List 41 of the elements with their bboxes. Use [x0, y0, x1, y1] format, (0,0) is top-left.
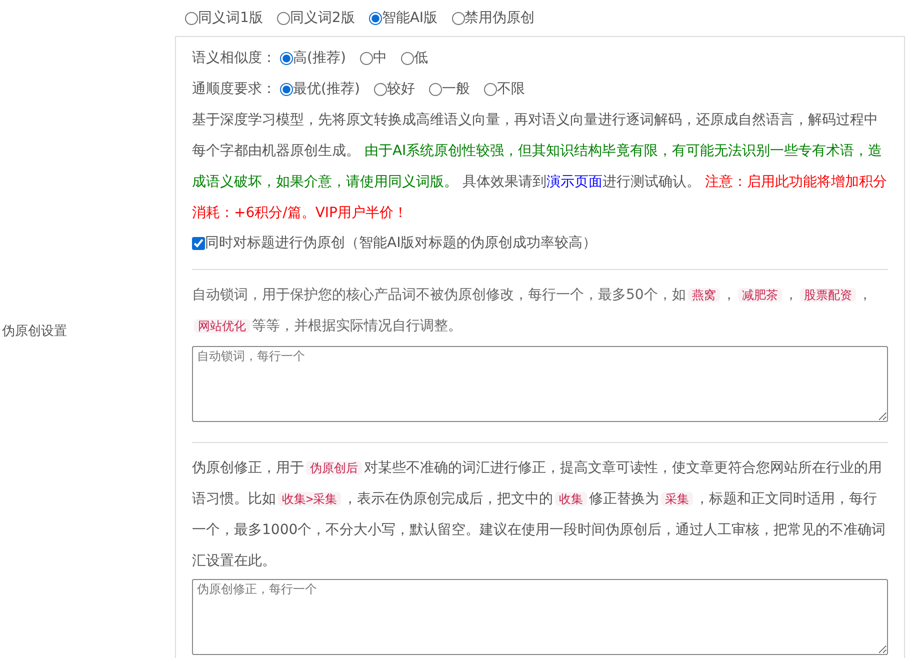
option-label: 高(推荐) [293, 48, 346, 68]
setting-label: 语义相似度： [192, 48, 276, 68]
mode-option-label: 同义词1版 [198, 8, 263, 28]
radio-button[interactable] [428, 82, 442, 96]
keyword-tag: 减肥茶 [738, 288, 782, 302]
keyword-tag: 伪原创后 [306, 461, 362, 475]
radio-button[interactable] [280, 82, 293, 96]
keyword-tag: 股票配资 [800, 288, 856, 302]
option-label: 一般 [442, 80, 470, 98]
radio-button[interactable] [400, 52, 414, 64]
radio-button[interactable] [374, 82, 387, 96]
radio-button[interactable] [360, 52, 373, 64]
option-label: 中 [372, 48, 387, 68]
option-label: 最优(推荐) [293, 80, 360, 98]
section-label: 伪原创设置 [1, 323, 67, 341]
lock-words-description: 自动锁词，用于保护您的核心产品词不被伪原创修改，每行一个，最多50个，如 燕窝 ， 减肥茶 ， 股票配资 ， 网站优化 等等，并根据实际情况自行调整。 [192, 286, 873, 336]
keyword-tag: 燕窝 [688, 288, 720, 302]
title-checkbox[interactable] [192, 236, 205, 250]
radio-button[interactable] [452, 12, 465, 24]
mode-option-label: 智能AI版 [382, 8, 438, 28]
option-label: 低 [414, 48, 428, 68]
setting-label: 通顺度要求： [192, 80, 276, 98]
radio-button[interactable] [280, 52, 293, 64]
keyword-tag: 收集 [555, 492, 588, 506]
correction-description: 伪原创修正，用于 伪原创后 对某些不准确的词汇进行修正，提高文章可读性，使文章更符合您网站所在行业的用语习惯。比如 收集>采集 ，表示在伪原创完成后，把文中的 收集 修正替换为 采集 ，标题和正文同时适用，每行一个，最多1000个，不分大小写，默认留空。建议在使用一段时间伪原创后，通过人工审核，把常见的不准确词汇设置在此。 [192, 459, 887, 571]
keyword-tag: 采集 [661, 492, 694, 506]
radio-button[interactable] [484, 82, 497, 96]
keyword-tag: 网站优化 [194, 319, 250, 333]
keyword-tag: 收集>采集 [278, 492, 342, 506]
option-label: 较好 [386, 80, 415, 98]
radio-button[interactable] [368, 12, 382, 24]
ai-description: 基于深度学习模型，先将原文转换成高维语义向量，再对语义向量进行逐词解码，还原成自然语言，解码过程中每个字都由机器原创生成。 由于AI系统原创性较强，但其知识结构毕竟有限，有可能无法识别一些专有术语，造成语义破坏，如果介意，请使用同义词版。 具体效果请到演示页面进行测试确认。 注意：启用此功能将增加积分消耗：+6积分/篇。VIP用户半价！ [192, 111, 888, 223]
lock-words-field[interactable]: 自动锁词，每行一个 [192, 346, 888, 422]
checkbox-label: 同时对标题进行伪原创（智能AI版对标题的伪原创成功率较高） [205, 234, 597, 252]
radio-button[interactable] [276, 12, 290, 24]
option-label: 不限 [496, 80, 525, 98]
radio-button[interactable] [185, 12, 198, 24]
mode-option-label: 禁用伪原创 [464, 8, 535, 28]
mode-option-label: 同义词2版 [290, 8, 355, 28]
correction-field[interactable]: 伪原创修正，每行一个 [192, 579, 888, 655]
demo-page-link[interactable]: 演示页面 [546, 174, 602, 190]
